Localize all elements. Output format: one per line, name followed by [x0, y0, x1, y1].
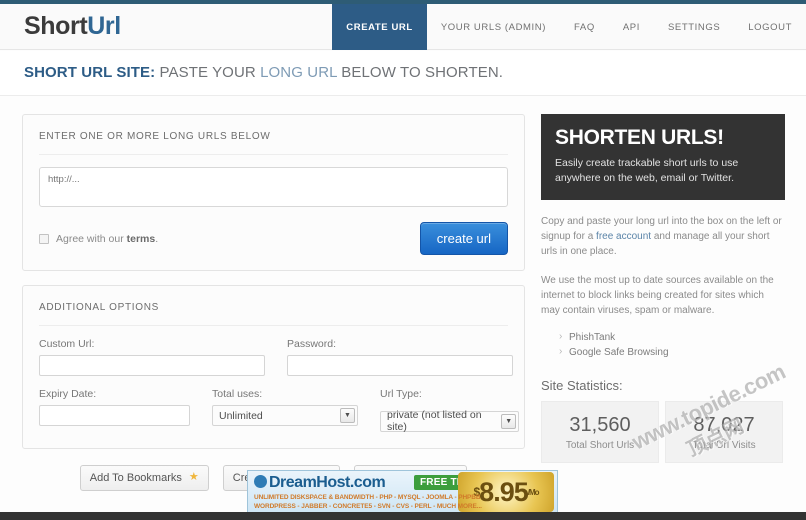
password-input[interactable] [287, 355, 513, 376]
banner-fine-line-1: UNLIMITED DISKSPACE & BANDWIDTH - PHP - … [254, 494, 481, 501]
total-uses-field: Total uses: Unlimited ▼ [212, 388, 358, 432]
stat-total-url-visits-label: Total Url Visits [692, 439, 756, 451]
page-title: SHORT URL SITE: PASTE YOUR LONG URL BELO… [24, 64, 503, 81]
free-account-link[interactable]: free account [596, 231, 651, 242]
site-footer [0, 512, 806, 520]
nav-item-create-url[interactable]: CREATE URL [332, 4, 427, 50]
nav-item-settings[interactable]: SETTINGS [654, 4, 734, 50]
panel-spacer [22, 271, 525, 285]
custom-url-label: Custom Url: [39, 338, 95, 350]
nav-item-api[interactable]: API [609, 4, 654, 50]
subtitle-bar: SHORT URL SITE: PASTE YOUR LONG URL BELO… [0, 51, 806, 96]
url-input-area: Agree with our terms. create url [23, 155, 524, 270]
source-link-phishtank[interactable]: PhishTank [559, 329, 785, 345]
chevron-down-icon[interactable]: ▼ [501, 413, 516, 429]
url-type-field: Url Type: private (not listed on site) ▼ [380, 388, 519, 433]
long-url-input[interactable] [39, 167, 508, 207]
promo-title: SHORTEN URLS! [555, 126, 724, 149]
terms-link[interactable]: terms [127, 233, 156, 245]
sidebar-paragraph-1: Copy and paste your long url into the bo… [541, 214, 785, 259]
expiry-date-label: Expiry Date: [39, 388, 97, 400]
dreamhost-logo-text: DreamHost.com [269, 474, 386, 491]
create-url-panel: ENTER ONE OR MORE LONG URLS BELOW Agree … [22, 114, 525, 271]
create-url-panel-title: ENTER ONE OR MORE LONG URLS BELOW [39, 131, 271, 142]
logo-text-primary: Short [24, 12, 88, 40]
stat-total-short-urls: 31,560 Total Short Urls [541, 401, 659, 463]
add-to-bookmarks-label: Add To Bookmarks [89, 471, 182, 484]
nav-item-your-urls[interactable]: YOUR URLS (ADMIN) [427, 4, 560, 50]
stat-total-short-urls-label: Total Short Urls [565, 439, 635, 451]
site-statistics-row: 31,560 Total Short Urls 87,027 Total Url… [541, 401, 785, 463]
nav-item-faq[interactable]: FAQ [560, 4, 609, 50]
main-navigation: CREATE URL YOUR URLS (ADMIN) FAQ API SET… [332, 4, 806, 50]
agree-terms-label: Agree with our terms. [56, 233, 158, 245]
sidebar-paragraph-2: We use the most up to date sources avail… [541, 275, 774, 316]
page-root: ShortUrl CREATE URL YOUR URLS (ADMIN) FA… [0, 0, 806, 520]
content-area: ENTER ONE OR MORE LONG URLS BELOW Agree … [0, 96, 806, 500]
banner-fine-line-2: WORDPRESS - JABBER - CONCRETE5 - SVN - C… [254, 503, 482, 510]
site-header: ShortUrl CREATE URL YOUR URLS (ADMIN) FA… [0, 4, 806, 50]
nav-item-logout[interactable]: LOGOUT [734, 4, 806, 50]
site-statistics-title: Site Statistics: [541, 378, 623, 393]
page-title-highlight: LONG URL [260, 64, 338, 81]
page-title-strong: SHORT URL SITE: [24, 64, 156, 81]
add-to-bookmarks-button[interactable]: Add To Bookmarks ★ [79, 464, 209, 491]
total-uses-label: Total uses: [212, 388, 263, 400]
url-type-label: Url Type: [380, 388, 422, 400]
custom-url-input[interactable] [39, 355, 265, 376]
dreamhost-swoosh-icon [254, 475, 267, 488]
logo-text-accent: Url [87, 12, 121, 40]
url-type-select[interactable]: private (not listed on site) ▼ [380, 409, 519, 433]
total-uses-select[interactable]: Unlimited ▼ [212, 405, 358, 426]
dreamhost-logo: DreamHost.com [254, 474, 386, 492]
source-list: PhishTank Google Safe Browsing [541, 329, 785, 360]
source-link-google-safe-browsing[interactable]: Google Safe Browsing [559, 344, 785, 360]
expiry-date-input[interactable] [39, 405, 190, 426]
banner-price-value: 8.95 [479, 476, 529, 507]
options-row-2: Expiry Date: Total uses: Unlimited ▼ Url… [39, 388, 519, 433]
options-row-1: Custom Url: Password: [39, 338, 513, 376]
additional-options-title: ADDITIONAL OPTIONS [39, 302, 160, 313]
promo-box: SHORTEN URLS! Easily create trackable sh… [541, 114, 785, 200]
banner-price-period: /Mo [527, 487, 540, 497]
page-title-part1: PASTE YOUR [155, 64, 261, 81]
additional-options-panel: ADDITIONAL OPTIONS Custom Url: Password: [22, 285, 525, 449]
chevron-down-icon[interactable]: ▼ [340, 408, 355, 423]
agree-terms-checkbox[interactable] [39, 234, 49, 244]
stat-total-url-visits: 87,027 Total Url Visits [665, 401, 783, 463]
total-uses-value: Unlimited [219, 409, 263, 422]
promo-text: Easily create trackable short urls to us… [555, 157, 739, 184]
stat-total-url-visits-value: 87,027 [693, 413, 755, 436]
options-body: Custom Url: Password: Expiry Date: Total… [23, 326, 524, 448]
create-url-button[interactable]: create url [419, 222, 508, 255]
star-icon: ★ [188, 471, 199, 483]
agree-period: . [155, 233, 159, 245]
password-label: Password: [287, 338, 337, 350]
left-column: ENTER ONE OR MORE LONG URLS BELOW Agree … [22, 114, 525, 491]
expiry-date-field: Expiry Date: [39, 388, 190, 432]
site-logo[interactable]: ShortUrl [24, 12, 121, 41]
banner-fine-print: UNLIMITED DISKSPACE & BANDWIDTH - PHP - … [254, 493, 482, 511]
stat-total-short-urls-value: 31,560 [569, 413, 631, 436]
agree-text: Agree with our [56, 233, 127, 245]
dreamhost-banner-ad[interactable]: DreamHost.com FREE TRIAL! $8.95/Mo UNLIM… [247, 470, 558, 513]
page-title-part2: BELOW TO SHORTEN. [337, 64, 504, 81]
password-field: Password: [287, 338, 513, 376]
agree-row: Agree with our terms. create url [39, 222, 508, 256]
right-sidebar: SHORTEN URLS! Easily create trackable sh… [541, 114, 785, 463]
custom-url-field: Custom Url: [39, 338, 265, 376]
url-type-value: private (not listed on site) [387, 409, 482, 433]
